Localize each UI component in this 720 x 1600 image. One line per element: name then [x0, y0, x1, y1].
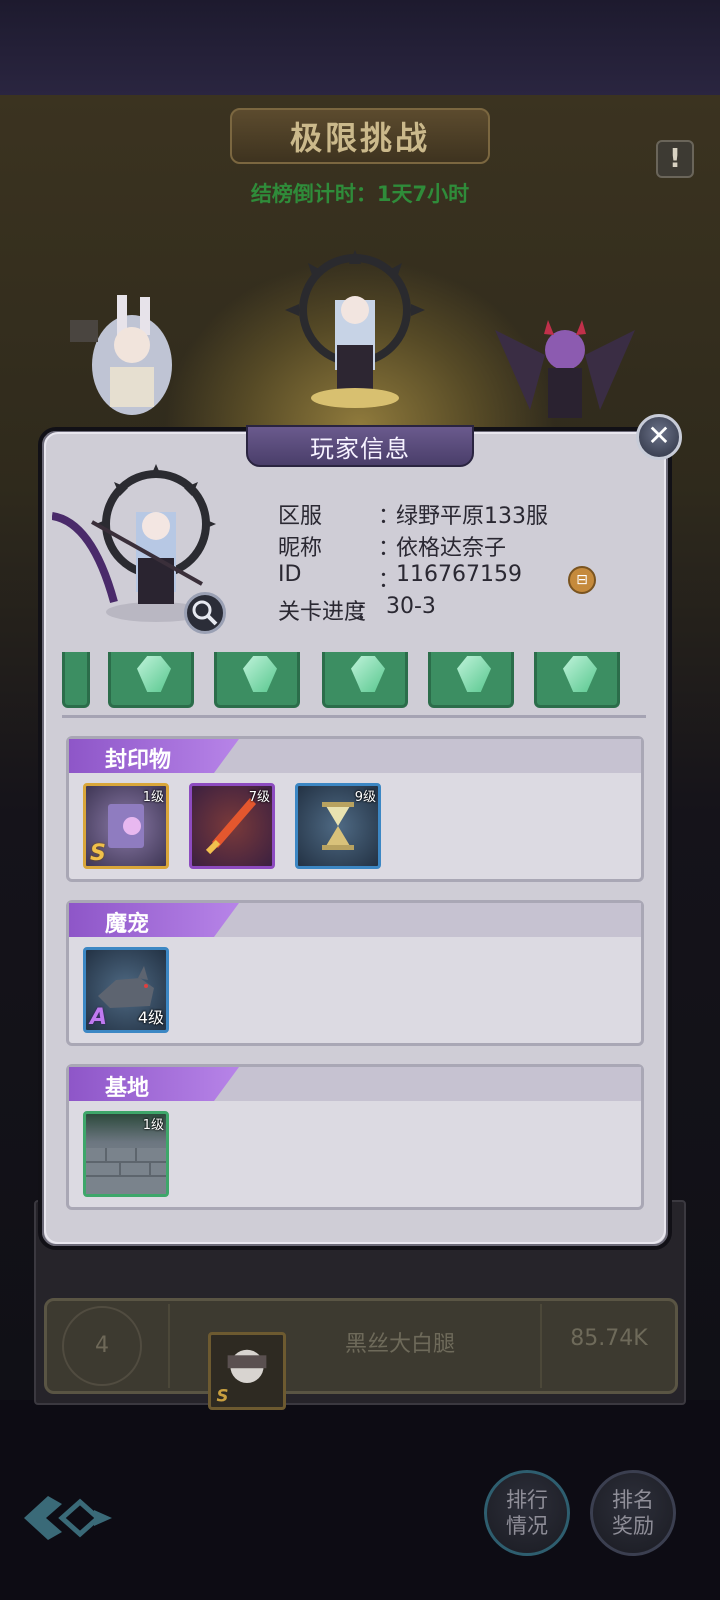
demon-hero-sprite[interactable]	[490, 300, 640, 425]
hourglass-icon[interactable]: 9级	[295, 783, 381, 869]
stone-wall-icon[interactable]: 1级	[83, 1111, 169, 1197]
item-level: 1级	[142, 790, 164, 805]
avatar[interactable]: S	[208, 1332, 286, 1410]
info-value: 30-3	[386, 594, 436, 619]
wolf-icon[interactable]: A 4级	[83, 947, 169, 1033]
gem-slot[interactable]	[428, 652, 514, 708]
info-row-server: 区服 ： 绿野平原133服	[278, 498, 618, 530]
item-level: 4级	[137, 1008, 164, 1027]
info-row-id: ID ： 116767159	[278, 562, 618, 594]
ranking-player-name: 黑丝大白腿	[344, 1332, 455, 1357]
flame-sword-icon[interactable]: 7级	[189, 783, 275, 869]
countdown-text: 结榜倒计时：1天7小时	[250, 182, 470, 206]
bunny-hero-sprite[interactable]	[62, 285, 202, 425]
row-divider	[540, 1304, 542, 1388]
ranking-reward-label-1: 排名	[612, 1488, 654, 1512]
ranking-status-label-2: 情况	[506, 1514, 548, 1538]
event-title-plate: 极限挑战	[230, 108, 490, 164]
info-value: 依格达奈子	[396, 536, 507, 561]
svg-text:S: S	[217, 1386, 229, 1405]
base-section: 基地 1级	[66, 1064, 644, 1210]
ranking-status-button[interactable]: 排行 情况	[484, 1470, 570, 1556]
gem-slot[interactable]	[214, 652, 300, 708]
close-icon[interactable]: ✕	[636, 414, 682, 460]
gem-slot[interactable]	[322, 652, 408, 708]
gem-crystal-icon	[351, 656, 385, 692]
info-row-nickname: 昵称 ： 依格达奈子	[278, 530, 618, 562]
copy-id-icon[interactable]: ⊟	[568, 566, 596, 594]
ranking-score: 85.74K	[570, 1326, 648, 1351]
game-logo-icon	[24, 1496, 112, 1540]
rarity-badge: A	[90, 1005, 108, 1030]
exclamation-icon[interactable]: !	[656, 140, 694, 178]
info-value: 绿野平原133服	[396, 504, 548, 529]
modal-title-bar: 玩家信息	[246, 425, 474, 467]
rarity-badge: S	[90, 841, 106, 866]
row-divider	[168, 1304, 170, 1388]
gem-crystal-icon	[137, 656, 171, 692]
modal-title: 玩家信息	[310, 434, 410, 463]
gem-slot[interactable]	[534, 652, 620, 708]
section-tag	[69, 903, 239, 937]
ranking-reward-label-2: 奖励	[612, 1514, 654, 1538]
info-row-progress: 关卡进度 ： 30-3	[278, 594, 618, 626]
info-value[interactable]: 116767159	[396, 562, 522, 587]
player-info-table: 区服 ： 绿野平原133服 昵称 ： 依格达奈子 ID ： 116767159 …	[278, 498, 618, 626]
event-title: 极限挑战	[289, 119, 430, 157]
top-backdrop	[0, 0, 720, 95]
item-level: 1级	[142, 1118, 164, 1133]
info-key: 昵称	[278, 536, 323, 561]
ranking-status-label-1: 排行	[506, 1488, 548, 1512]
info-key: 关卡进度	[278, 600, 367, 625]
magnify-icon[interactable]	[184, 592, 226, 634]
gem-slot[interactable]	[108, 652, 194, 708]
item-level: 7级	[248, 790, 270, 805]
info-key: ID	[278, 562, 302, 587]
gem-crystal-icon	[243, 656, 277, 692]
ranking-reward-button[interactable]: 排名 奖励	[590, 1470, 676, 1556]
section-tag	[69, 1067, 239, 1101]
item-level: 9级	[354, 790, 376, 805]
gem-slot[interactable]	[62, 652, 90, 708]
gem-crystal-icon	[563, 656, 597, 692]
info-key: 区服	[278, 504, 323, 529]
rank-number: 4	[62, 1306, 142, 1386]
scythe-hero-sprite[interactable]	[285, 250, 425, 410]
section-title: 基地	[105, 1076, 150, 1101]
spellbook-icon[interactable]: 1级 S	[83, 783, 169, 869]
section-title: 封印物	[105, 748, 172, 773]
info-colon: ：	[356, 600, 379, 625]
section-title: 魔宠	[105, 912, 150, 937]
pets-section: 魔宠 A 4级	[66, 900, 644, 1046]
gem-crystal-icon	[457, 656, 491, 692]
seals-section: 封印物 1级 S 7级 9级	[66, 736, 644, 882]
